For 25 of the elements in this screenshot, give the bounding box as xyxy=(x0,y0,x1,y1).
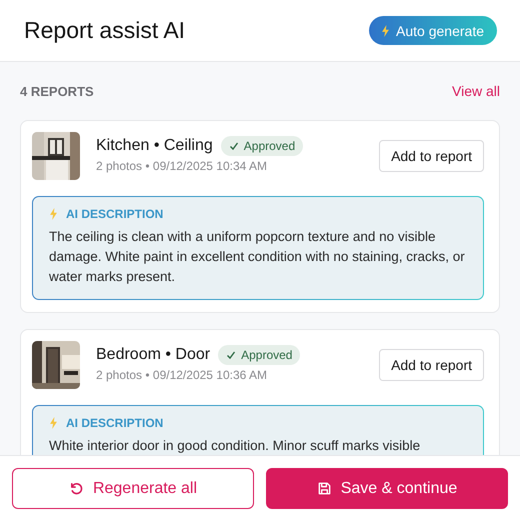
auto-generate-button[interactable]: Auto generate xyxy=(369,16,497,45)
add-to-report-button[interactable]: Add to report xyxy=(379,349,484,381)
lightning-icon xyxy=(49,208,58,220)
status-badge: Approved xyxy=(220,136,304,156)
check-icon xyxy=(226,350,236,360)
report-meta: 2 photos • 09/12/2025 10:34 AM xyxy=(96,159,268,173)
ai-description-heading: AI DESCRIPTION xyxy=(66,207,164,221)
refresh-icon xyxy=(68,481,84,496)
report-title: Kitchen • Ceiling xyxy=(96,137,213,155)
ai-description-text: White interior door in good condition. Minor scuff marks visible xyxy=(49,437,422,455)
regenerate-all-button[interactable]: Regenerate all xyxy=(12,468,254,509)
lightning-icon xyxy=(49,417,58,429)
check-icon xyxy=(228,141,239,151)
ai-description-heading: AI DESCRIPTION xyxy=(66,416,164,430)
lightning-icon xyxy=(381,24,390,36)
report-meta: 2 photos • 09/12/2025 10:36 AM xyxy=(96,368,268,382)
report-count: 4 REPORTS xyxy=(20,84,94,98)
report-title: Bedroom • Door xyxy=(96,346,210,364)
save-icon xyxy=(316,481,332,496)
page-title: Report assist AI xyxy=(24,17,186,44)
ai-description-text: The ceiling is clean with a uniform popcorn texture and no visible damage. White paint in excellent condition with no staining, cracks, or water marks present. xyxy=(49,228,466,286)
status-badge: Approved xyxy=(218,345,300,365)
view-all-link[interactable]: View all xyxy=(452,83,500,99)
add-to-report-button[interactable]: Add to report xyxy=(379,140,484,172)
save-continue-button[interactable]: Save & continue xyxy=(266,468,508,509)
